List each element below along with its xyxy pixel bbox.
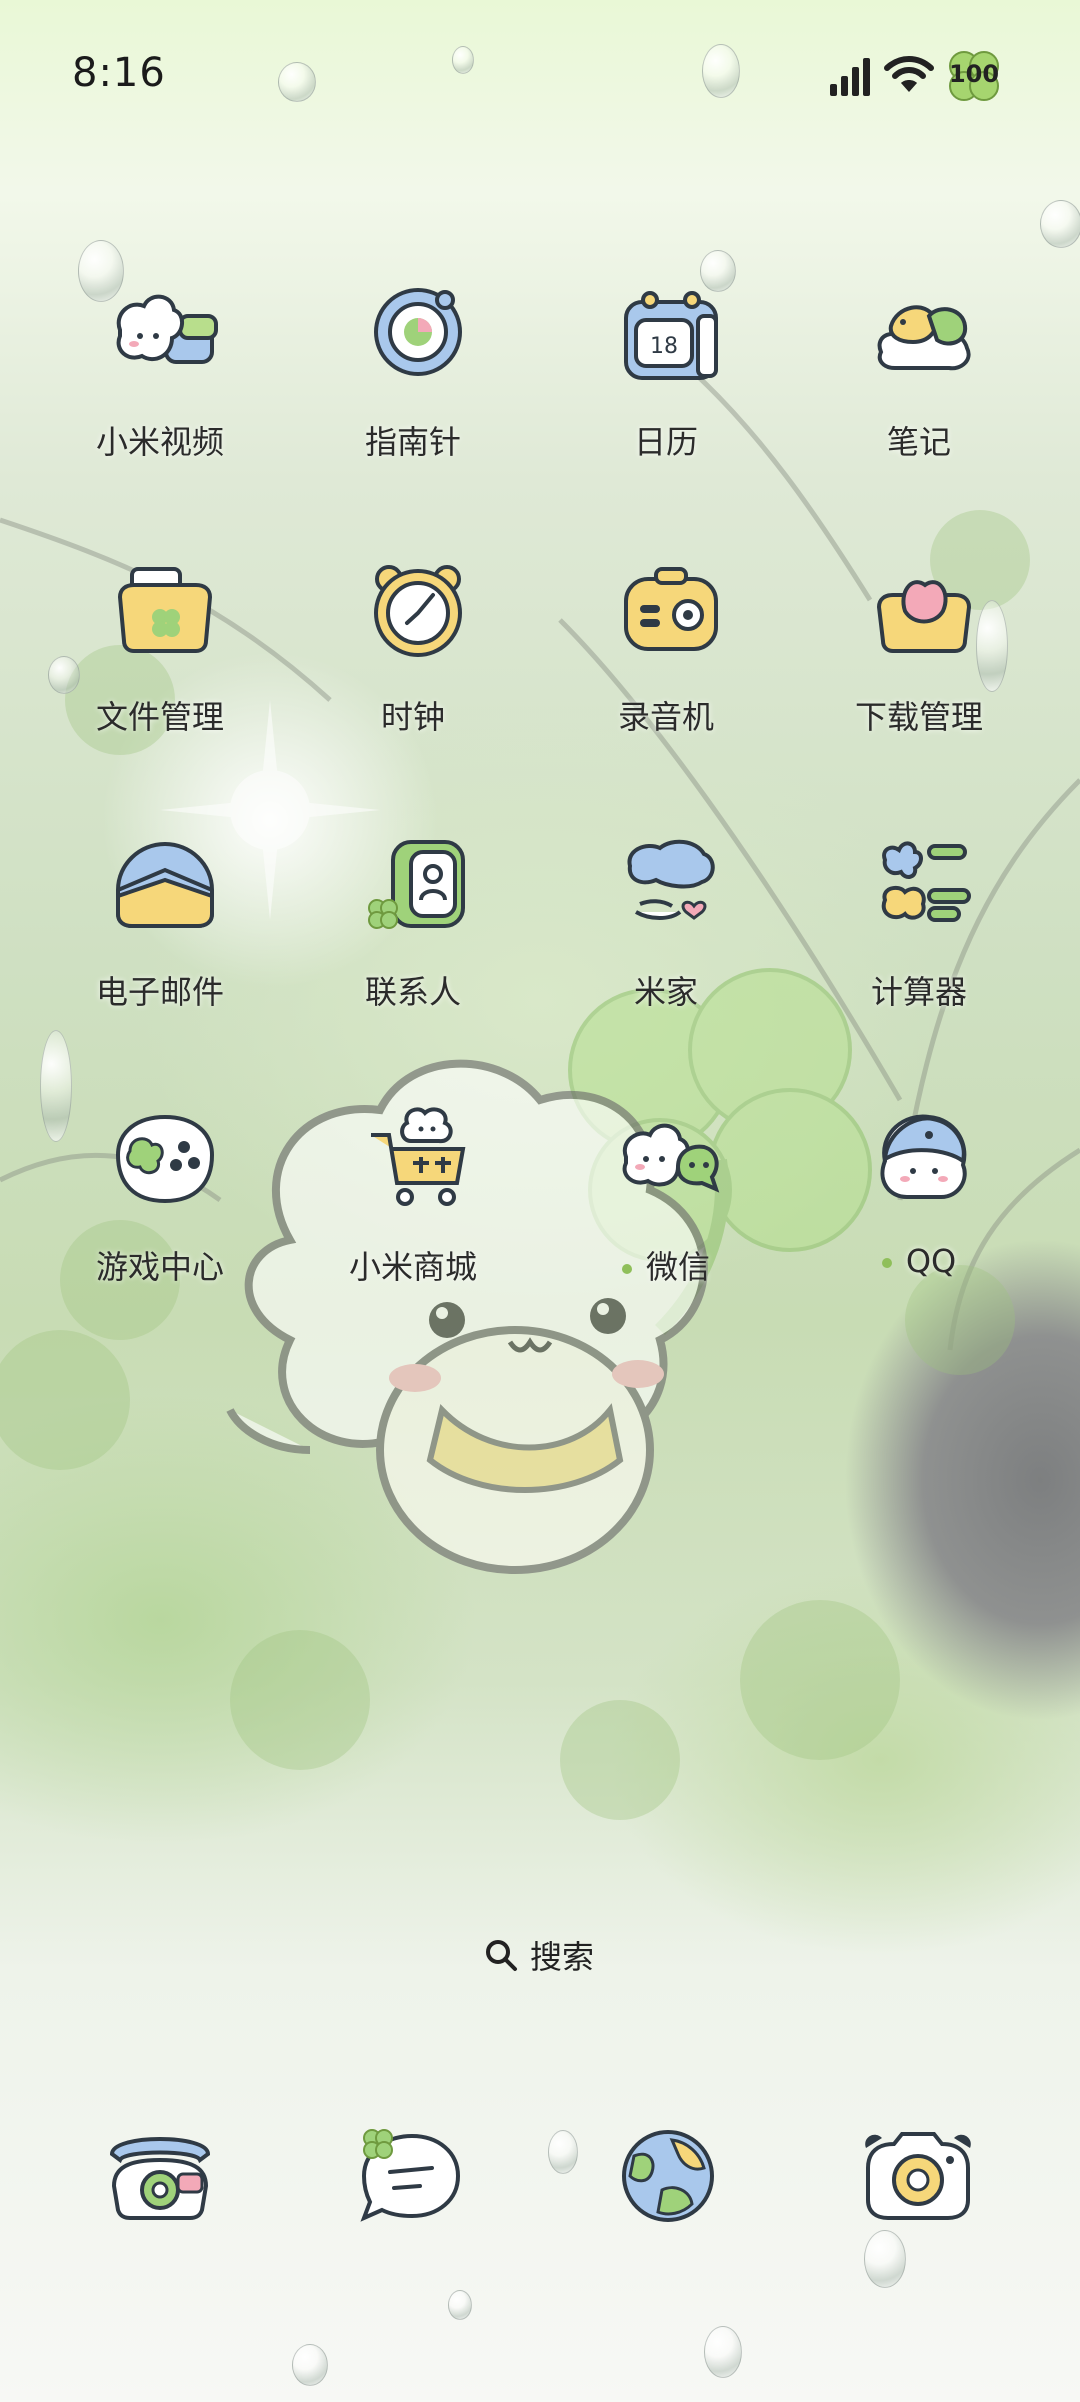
app-label: 录音机 <box>617 698 714 736</box>
app-label: 游戏中心 <box>95 1248 224 1286</box>
app-compass[interactable]: 指南针 <box>303 280 523 520</box>
app-mi-video[interactable]: 小米视频 <box>50 280 270 520</box>
app-mijia[interactable]: 米家 <box>556 830 776 1070</box>
qq-icon <box>880 1114 967 1199</box>
status-time: 8:16 <box>72 50 166 96</box>
contacts-icon <box>368 840 465 929</box>
calendar-day: 18 <box>650 334 678 359</box>
wechat-icon <box>622 1123 720 1193</box>
app-calculator[interactable]: 计算器 <box>809 830 1029 1070</box>
app-label: QQ <box>809 1242 1029 1280</box>
app-calendar[interactable]: 18 日历 <box>556 280 776 520</box>
calendar-icon: 18 <box>624 291 718 380</box>
app-label-text: QQ <box>905 1242 957 1280</box>
search-label: 搜索 <box>530 1938 595 1976</box>
app-email[interactable]: 电子邮件 <box>50 830 270 1070</box>
search-icon <box>486 1940 517 1971</box>
app-label: 电子邮件 <box>95 973 224 1011</box>
app-label: 文件管理 <box>95 698 224 736</box>
battery-indicator: 100 <box>944 46 1004 106</box>
wifi-icon <box>884 56 934 92</box>
app-download-manager[interactable]: 下载管理 <box>809 555 1029 795</box>
status-bar: 8:16 100 <box>0 0 1080 150</box>
file-manager-icon <box>117 567 213 653</box>
app-label: 计算器 <box>870 973 967 1011</box>
messages-icon[interactable] <box>350 2120 470 2230</box>
app-game-center[interactable]: 游戏中心 <box>50 1105 270 1345</box>
app-label: 时钟 <box>380 698 445 736</box>
app-label: 小米视频 <box>95 423 224 461</box>
notes-icon <box>877 305 971 371</box>
browser-globe-icon[interactable] <box>608 2120 728 2230</box>
battery-level: 100 <box>948 60 1000 88</box>
download-icon <box>876 580 972 653</box>
recorder-icon <box>624 567 718 651</box>
app-clock[interactable]: 时钟 <box>303 555 523 795</box>
app-notes[interactable]: 笔记 <box>809 280 1029 520</box>
app-wechat[interactable]: 微信 <box>556 1105 776 1345</box>
app-contacts[interactable]: 联系人 <box>303 830 523 1070</box>
calculator-icon <box>881 841 971 922</box>
mi-store-icon <box>371 1107 466 1206</box>
camera-icon[interactable] <box>858 2120 978 2230</box>
game-center-icon <box>115 1114 215 1204</box>
app-label: 指南针 <box>364 423 461 461</box>
app-qq[interactable]: QQ <box>809 1105 1029 1345</box>
app-mi-store[interactable]: 小米商城 <box>303 1105 523 1345</box>
phone-icon[interactable] <box>100 2120 220 2230</box>
app-label: 米家 <box>633 973 698 1011</box>
signal-bars-icon <box>830 58 870 96</box>
app-file-manager[interactable]: 文件管理 <box>50 555 270 795</box>
app-label: 联系人 <box>364 973 461 1011</box>
video-sheep-icon <box>116 294 218 364</box>
mijia-icon <box>627 839 715 920</box>
new-badge-dot <box>881 1258 892 1268</box>
app-label: 日历 <box>633 423 698 461</box>
new-badge-dot <box>621 1264 632 1274</box>
app-recorder[interactable]: 录音机 <box>556 555 776 795</box>
app-label: 小米商城 <box>348 1248 477 1286</box>
email-icon <box>116 841 214 928</box>
app-label: 微信 <box>556 1242 776 1288</box>
app-label: 下载管理 <box>854 698 983 736</box>
compass-icon <box>374 288 462 376</box>
app-label: 笔记 <box>886 423 951 461</box>
app-label-text: 微信 <box>645 1248 710 1286</box>
clock-icon <box>374 565 462 657</box>
